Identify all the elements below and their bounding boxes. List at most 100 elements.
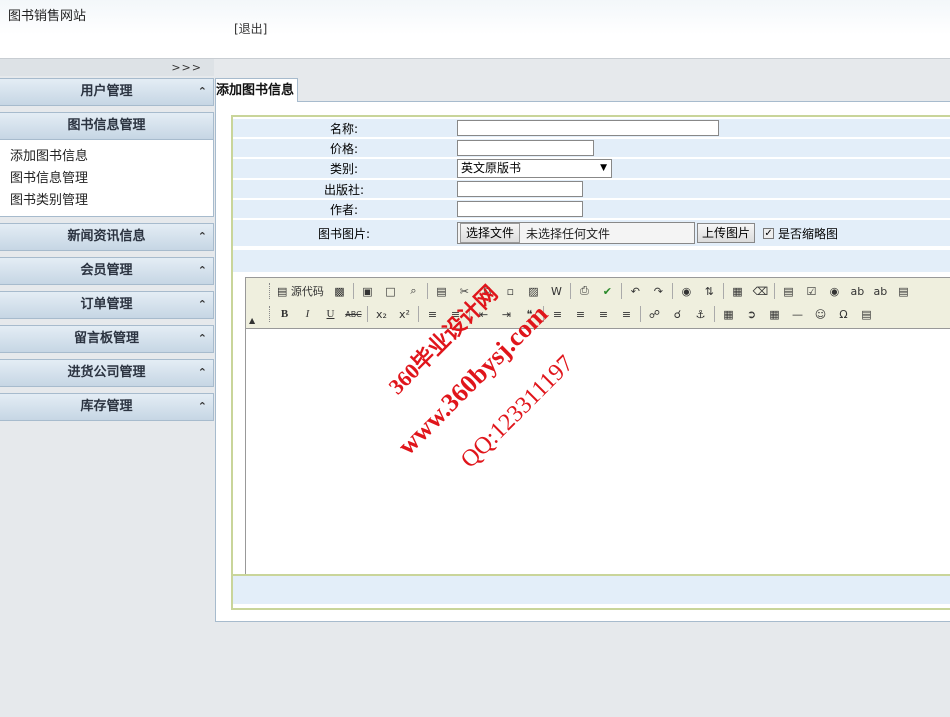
select-all-icon[interactable]: ▦ xyxy=(728,282,747,301)
align-right-icon[interactable]: ≡ xyxy=(594,305,613,324)
menu-label: 订单管理 xyxy=(80,297,133,312)
indent-icon[interactable]: ⇥ xyxy=(497,305,516,324)
flash-icon[interactable]: ➲ xyxy=(742,305,761,324)
ordered-list-icon[interactable]: ≡ xyxy=(423,305,442,324)
editor-toolbar: ▲ ▤ 源代码 ▩ ▣ □ ⌕ ▤ ✂ ⧉ ▫ ▨ W ⎙ ✔ ↶ ↷ ◉ ⇅ … xyxy=(246,278,950,329)
menu-guestbook[interactable]: 留言板管理 ⌃ xyxy=(0,325,214,353)
superscript-icon[interactable]: x² xyxy=(395,305,414,324)
form-row-author: 作者: xyxy=(233,200,950,218)
sidebar-toggle[interactable]: >>> xyxy=(0,59,214,76)
submenu-item-book-management[interactable]: 图书信息管理 xyxy=(10,168,213,190)
undo-icon[interactable]: ↶ xyxy=(626,282,645,301)
collapse-toolbar-icon[interactable]: ▲ xyxy=(249,316,255,325)
italic-icon[interactable]: I xyxy=(298,305,317,324)
find-icon[interactable]: ◉ xyxy=(677,282,696,301)
menu-label: 新闻资讯信息 xyxy=(67,229,146,244)
price-label: 价格: xyxy=(233,139,455,157)
smiley-icon[interactable]: ☺ xyxy=(811,305,830,324)
image-icon[interactable]: ▦ xyxy=(719,305,738,324)
print-preview-icon[interactable]: ⌕ xyxy=(404,282,423,301)
book-form: 名称: 价格: 类别: 英文原版书 ▼ 出版社: 作者: 图书图片: 选择文件 … xyxy=(231,115,950,610)
editor-body[interactable] xyxy=(246,329,950,575)
paste-word-icon[interactable]: W xyxy=(547,282,566,301)
new-page-icon[interactable]: □ xyxy=(381,282,400,301)
anchor-icon[interactable]: ⚓ xyxy=(691,305,710,324)
justify-icon[interactable]: ≡ xyxy=(617,305,636,324)
submenu: 添加图书信息 图书信息管理 图书类别管理 xyxy=(0,140,214,217)
choose-file-button[interactable]: 选择文件 xyxy=(460,223,521,243)
header: 图书销售网站 [退出] xyxy=(0,0,950,59)
redo-icon[interactable]: ↷ xyxy=(649,282,668,301)
strikethrough-icon[interactable]: ABC xyxy=(344,305,363,324)
save-icon[interactable]: ▣ xyxy=(358,282,377,301)
price-input[interactable] xyxy=(457,140,594,156)
preview-doc-icon[interactable]: ▩ xyxy=(330,282,349,301)
file-input[interactable]: 选择文件 未选择任何文件 xyxy=(457,222,695,244)
name-input[interactable] xyxy=(457,120,719,136)
table-icon[interactable]: ▦ xyxy=(765,305,784,324)
name-label: 名称: xyxy=(233,119,455,137)
menu-label: 用户管理 xyxy=(80,84,133,99)
subscript-icon[interactable]: x₂ xyxy=(372,305,391,324)
menu-book-info-management[interactable]: 图书信息管理 xyxy=(0,112,214,140)
outdent-icon[interactable]: ⇤ xyxy=(474,305,493,324)
align-center-icon[interactable]: ≡ xyxy=(571,305,590,324)
logout-link[interactable]: [退出] xyxy=(234,20,267,37)
templates-icon[interactable]: ▤ xyxy=(432,282,451,301)
checkbox-icon[interactable]: ☑ xyxy=(802,282,821,301)
menu-members[interactable]: 会员管理 ⌃ xyxy=(0,257,214,285)
unordered-list-icon[interactable]: ≡ xyxy=(446,305,465,324)
sidebar-toggle-label[interactable]: >>> xyxy=(171,61,214,74)
sidebar: 用户管理 ⌃ 图书信息管理 添加图书信息 图书信息管理 图书类别管理 新闻资讯信… xyxy=(0,78,214,427)
thumbnail-label: 是否缩略图 xyxy=(778,226,839,241)
menu-suppliers[interactable]: 进货公司管理 ⌃ xyxy=(0,359,214,387)
menu-label: 库存管理 xyxy=(80,399,133,414)
blockquote-icon[interactable]: ❝ xyxy=(520,305,539,324)
form-row-publisher: 出版社: xyxy=(233,180,950,198)
source-button[interactable]: ▤ 源代码 xyxy=(275,282,326,301)
form-row-category: 类别: 英文原版书 ▼ xyxy=(233,159,950,178)
tab-add-book[interactable]: 添加图书信息 xyxy=(216,78,299,102)
menu-label: 进货公司管理 xyxy=(67,365,146,380)
image-label: 图书图片: xyxy=(233,220,455,246)
spellcheck-icon[interactable]: ✔ xyxy=(598,282,617,301)
page-break-icon[interactable]: ▤ xyxy=(857,305,876,324)
horizontal-rule-icon[interactable]: — xyxy=(788,305,807,324)
source-button-label: 源代码 xyxy=(290,285,324,298)
underline-icon[interactable]: U xyxy=(321,305,340,324)
replace-icon[interactable]: ⇅ xyxy=(700,282,719,301)
special-char-icon[interactable]: Ω xyxy=(834,305,853,324)
dropdown-arrow-icon: ▼ xyxy=(600,163,607,173)
textarea-icon[interactable]: ab xyxy=(871,282,890,301)
menu-label: 图书信息管理 xyxy=(67,118,146,133)
author-input[interactable] xyxy=(457,201,583,217)
chevron-up-icon: ⌃ xyxy=(197,85,207,98)
form-icon[interactable]: ▤ xyxy=(779,282,798,301)
align-left-icon[interactable]: ≡ xyxy=(548,305,567,324)
menu-inventory[interactable]: 库存管理 ⌃ xyxy=(0,393,214,421)
radio-icon[interactable]: ◉ xyxy=(825,282,844,301)
text-field-icon[interactable]: ab xyxy=(848,282,867,301)
upload-image-button[interactable]: 上传图片 xyxy=(697,223,756,243)
paste-icon[interactable]: ▫ xyxy=(501,282,520,301)
bold-icon[interactable]: B xyxy=(275,305,294,324)
unlink-icon[interactable]: ☌ xyxy=(668,305,687,324)
paste-text-icon[interactable]: ▨ xyxy=(524,282,543,301)
publisher-input[interactable] xyxy=(457,181,583,197)
link-icon[interactable]: ☍ xyxy=(645,305,664,324)
submenu-item-add-book[interactable]: 添加图书信息 xyxy=(10,146,213,168)
copy-icon[interactable]: ⧉ xyxy=(478,282,497,301)
thumbnail-checkbox[interactable]: ✓ xyxy=(763,227,775,239)
category-select[interactable]: 英文原版书 ▼ xyxy=(457,159,612,178)
form-row-price: 价格: xyxy=(233,139,950,157)
select-field-icon[interactable]: ▤ xyxy=(894,282,913,301)
main-content: 添加图书信息 名称: 价格: 类别: 英文原版书 ▼ 出版社: 作者: 图书图片… xyxy=(215,78,950,622)
toolbar-row-2: B I U ABC x₂ x² ≡ ≡ ⇤ ⇥ ❝ ≡ ≡ ≡ ≡ ☍ ☌ ⚓ … xyxy=(266,303,880,325)
menu-news[interactable]: 新闻资讯信息 ⌃ xyxy=(0,223,214,251)
menu-orders[interactable]: 订单管理 ⌃ xyxy=(0,291,214,319)
print-icon[interactable]: ⎙ xyxy=(575,282,594,301)
submenu-item-category-management[interactable]: 图书类别管理 xyxy=(10,190,213,212)
menu-user-management[interactable]: 用户管理 ⌃ xyxy=(0,78,214,106)
remove-format-icon[interactable]: ⌫ xyxy=(751,282,770,301)
cut-icon[interactable]: ✂ xyxy=(455,282,474,301)
